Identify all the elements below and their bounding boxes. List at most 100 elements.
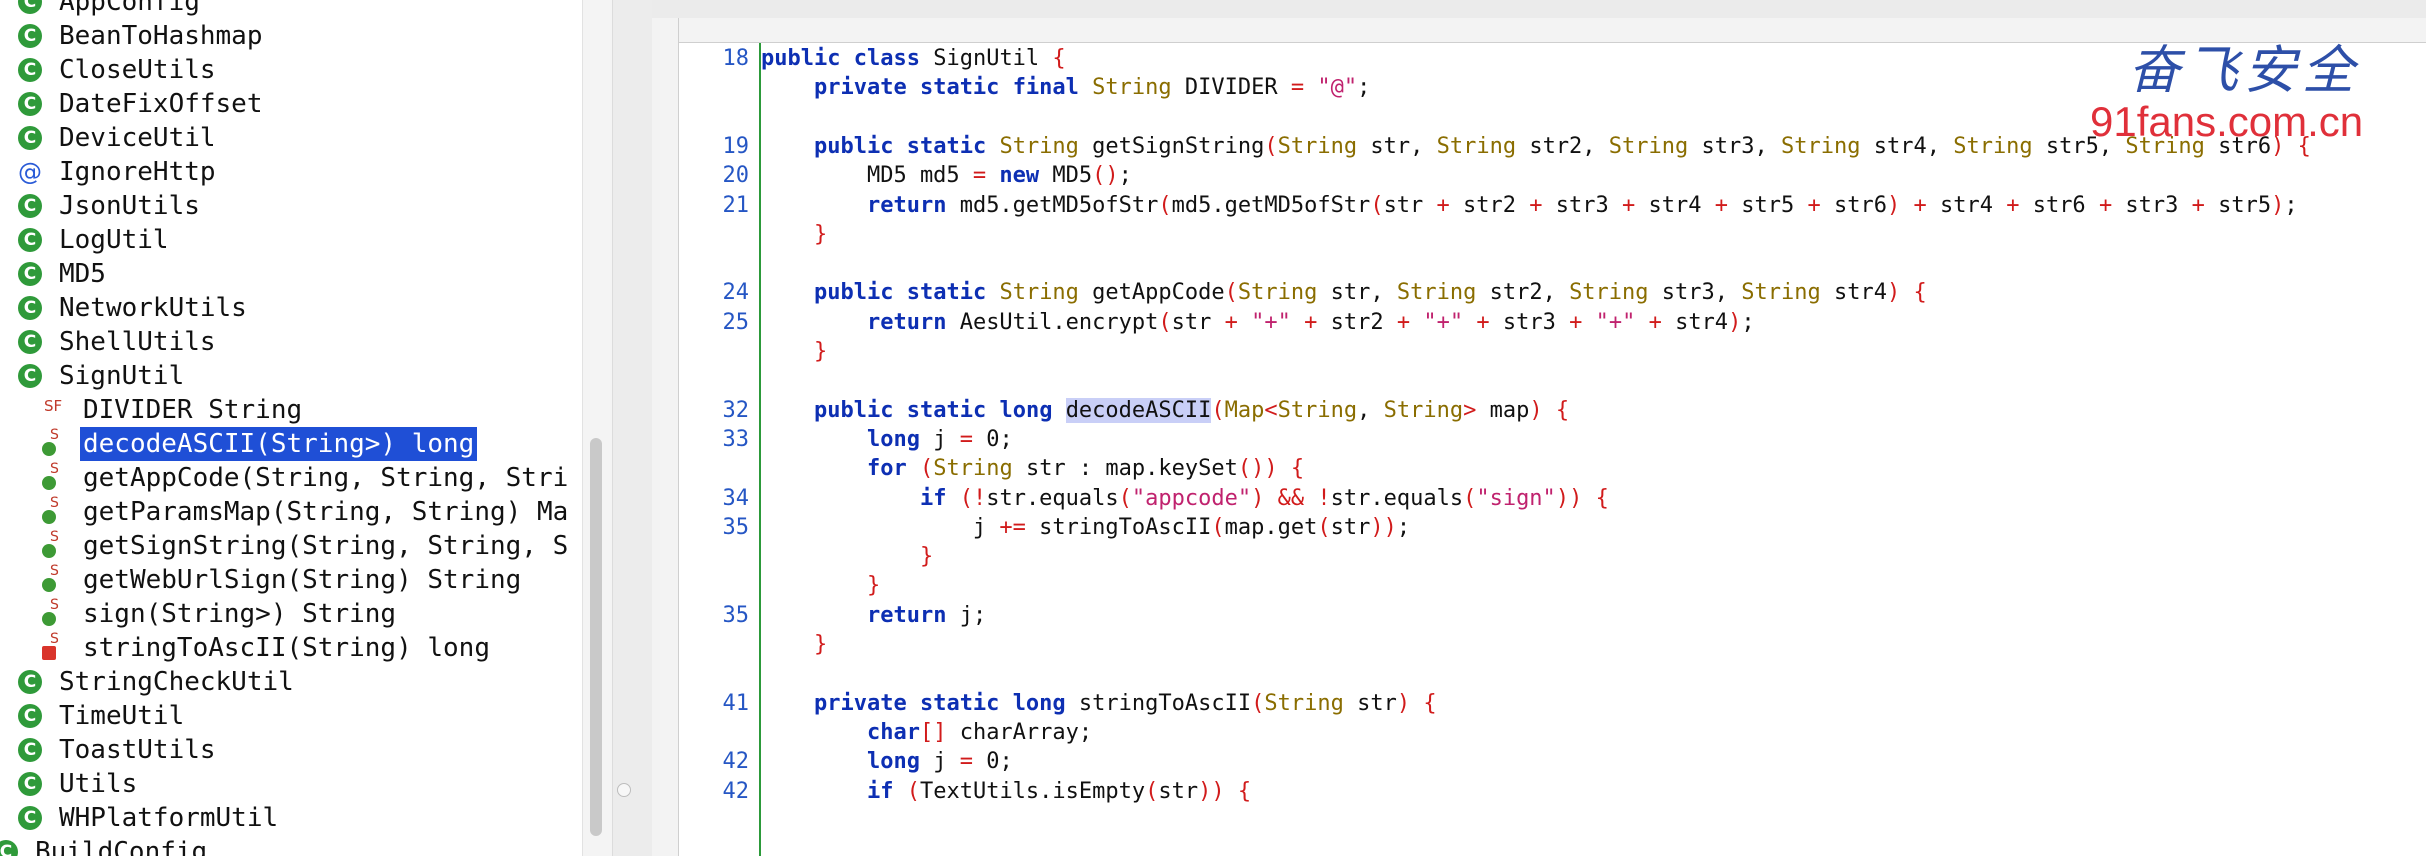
code-line[interactable]: private static long stringToAscII(String… (761, 689, 1437, 719)
tree-item[interactable]: SgetWebUrlSign(String) String (40, 563, 524, 597)
static-modifier-glyph: S (50, 427, 59, 443)
tree-item[interactable]: C StringCheckUtil (18, 665, 297, 699)
tree-item[interactable]: C LogUtil (18, 223, 172, 257)
tree-item[interactable]: SstringToAscII(String) long (40, 631, 493, 665)
tree-item-label: getSignString(String, String, S (83, 531, 569, 561)
code-line[interactable]: public static long decodeASCII(Map<Strin… (761, 396, 1569, 426)
public-static-method-icon: S (40, 461, 62, 491)
tree-item[interactable]: SdecodeASCII(String>) long (40, 427, 478, 461)
tree-item[interactable]: C NetworkUtils (18, 291, 250, 325)
code-line[interactable]: return j; (761, 601, 986, 631)
tree-item[interactable]: C CloseUtils (18, 53, 219, 87)
public-static-method-icon: S (40, 529, 62, 559)
tree-item[interactable]: C ShellUtils (18, 325, 219, 359)
code-line[interactable]: long j = 0; (761, 747, 1013, 777)
tree-item[interactable]: C BeanToHashmap (18, 19, 266, 53)
line-number: 35 (722, 602, 750, 628)
line-number: 21 (722, 192, 750, 218)
class-icon: C (18, 0, 42, 14)
project-tree[interactable]: C AppConfig C BeanToHashmap C CloseUtils C Date… (0, 0, 582, 856)
code-line[interactable]: return AesUtil.encrypt(str + "+" + str2 … (761, 308, 1755, 338)
tree-item[interactable]: C DeviceUtil (18, 121, 219, 155)
tree-item-label: decodeASCII(String>) long (80, 427, 478, 461)
tree-item-label: BeanToHashmap (59, 21, 263, 51)
tree-item[interactable]: @ IgnoreHttp (18, 155, 219, 189)
tree-item[interactable]: C BuildConfig (0, 835, 210, 856)
static-modifier-glyph: S (50, 631, 59, 647)
code-line[interactable]: if (TextUtils.isEmpty(str)) { (761, 777, 1251, 807)
tree-item[interactable]: SgetAppCode(String, String, Stri (40, 461, 571, 495)
tree-item[interactable]: C SignUtil (18, 359, 187, 393)
code-line[interactable]: if (!str.equals("appcode") && !str.equal… (761, 484, 1609, 514)
class-icon: C (18, 772, 42, 796)
tree-scrollbar-thumb[interactable] (590, 438, 602, 836)
tree-item[interactable]: C WHPlatformUtil (18, 801, 281, 835)
code-line[interactable]: } (761, 337, 827, 367)
class-icon: C (18, 806, 42, 830)
code-line[interactable]: } (761, 542, 933, 572)
code-line[interactable]: char[] charArray; (761, 718, 1092, 748)
code-line[interactable]: private static final String DIVIDER = "@… (761, 73, 1370, 103)
class-icon: C (18, 262, 42, 286)
method-dot (42, 578, 56, 592)
static-final-field-icon: SF (40, 397, 62, 423)
editor-frame-top (652, 0, 2426, 18)
tree-item-label: AppConfig (59, 0, 200, 17)
tree-item[interactable]: C ToastUtils (18, 733, 219, 767)
tree-item[interactable]: C Utils (18, 767, 140, 801)
line-number: 35 (722, 514, 750, 540)
code-line[interactable]: for (String str : map.keySet()) { (761, 454, 1304, 484)
method-dot (42, 442, 56, 456)
splitter[interactable] (612, 0, 653, 856)
tree-item[interactable]: Ssign(String>) String (40, 597, 399, 631)
class-icon: C (18, 24, 42, 48)
tree-item[interactable]: C DateFixOffset (18, 87, 266, 121)
tree-item-label: Utils (59, 769, 138, 799)
splitter-handle-icon[interactable] (617, 783, 631, 797)
line-number: 41 (722, 690, 750, 716)
code-line[interactable]: public class SignUtil { (761, 44, 1066, 74)
code-line[interactable]: return md5.getMD5ofStr(md5.getMD5ofStr(s… (761, 191, 2298, 221)
code-line[interactable]: } (761, 630, 827, 660)
tree-item[interactable]: SgetSignString(String, String, S (40, 529, 571, 563)
tree-item[interactable]: C TimeUtil (18, 699, 187, 733)
line-number: 34 (722, 485, 750, 511)
tree-item-label: WHPlatformUtil (59, 803, 279, 833)
tree-item[interactable]: C MD5 (18, 257, 109, 291)
code-line[interactable]: MD5 md5 = new MD5(); (761, 161, 1132, 191)
tree-item[interactable]: C AppConfig (18, 0, 203, 19)
static-modifier-glyph: S (50, 597, 59, 613)
code-line[interactable]: } (761, 571, 880, 601)
class-icon: C (18, 228, 42, 252)
tree-item-label: getWebUrlSign(String) String (83, 565, 522, 595)
watermark-title: 奋飞安全 (2128, 41, 2361, 101)
code-line[interactable]: } (761, 220, 827, 250)
tree-item[interactable]: SF DIVIDER String (40, 393, 305, 427)
class-icon: C (18, 738, 42, 762)
code-line[interactable]: long j = 0; (761, 425, 1013, 455)
public-static-method-icon: S (40, 563, 62, 593)
method-dot (42, 510, 56, 524)
tree-item[interactable]: SgetParamsMap(String, String) Ma (40, 495, 571, 529)
editor-frame-left (652, 18, 679, 856)
tree-item-label: LogUtil (59, 225, 169, 255)
static-modifier-glyph: S (50, 495, 59, 511)
static-modifier-glyph: S (50, 461, 59, 477)
tree-item-label: DIVIDER String (83, 395, 303, 425)
annotation-icon: @ (18, 158, 42, 186)
tree-item[interactable]: C JsonUtils (18, 189, 203, 223)
public-static-method-icon: S (40, 495, 62, 525)
code-line[interactable]: public static String getAppCode(String s… (761, 278, 1927, 308)
line-number: 19 (722, 133, 750, 159)
code-line[interactable]: j += stringToAscII(map.get(str)); (761, 513, 1410, 543)
tree-item-label: getAppCode(String, String, Stri (83, 463, 569, 493)
code-line[interactable]: public static String getSignString(Strin… (761, 132, 2311, 162)
method-dot (42, 646, 56, 660)
class-icon: C (18, 58, 42, 82)
class-icon: C (18, 330, 42, 354)
tree-item-label: DateFixOffset (59, 89, 263, 119)
line-number: 25 (722, 309, 750, 335)
line-number: 33 (722, 426, 750, 452)
class-icon: C (18, 92, 42, 116)
field-modifier-glyph: SF (44, 397, 63, 415)
